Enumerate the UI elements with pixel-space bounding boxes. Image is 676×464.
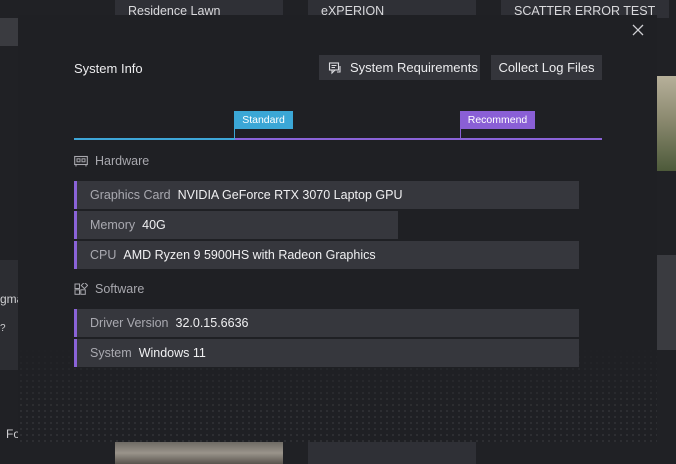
hardware-section-heading: Hardware <box>74 154 149 168</box>
system-requirements-label: System Requirements <box>350 60 478 75</box>
bg-topbar-fragment <box>0 18 18 46</box>
bg-right-panel <box>657 255 676 350</box>
info-row-label: CPU <box>90 248 117 262</box>
bg-thumbnail-bottom <box>115 442 283 464</box>
info-row-memory: Memory 40G <box>74 211 398 239</box>
info-row-label: System <box>90 346 132 360</box>
collect-log-files-button[interactable]: Collect Log Files <box>491 55 602 80</box>
info-row-value: NVIDIA GeForce RTX 3070 Laptop GPU <box>177 188 403 202</box>
info-row-system: System Windows 11 <box>74 339 579 367</box>
chat-list-icon <box>328 61 342 75</box>
info-row-graphics-card: Graphics Card NVIDIA GeForce RTX 3070 La… <box>74 181 579 209</box>
standard-level-bar <box>74 138 235 140</box>
info-row-label: Graphics Card <box>90 188 171 202</box>
bg-left-panel <box>0 260 18 370</box>
software-icon <box>74 281 89 295</box>
info-row-label: Driver Version <box>90 316 169 330</box>
software-heading-label: Software <box>95 282 145 296</box>
system-requirements-button[interactable]: System Requirements <box>319 55 480 80</box>
close-icon[interactable] <box>631 23 645 37</box>
bg-help-icon[interactable]: ? <box>0 323 10 335</box>
bg-card-bottom <box>308 442 476 464</box>
collect-log-files-label: Collect Log Files <box>498 60 595 75</box>
info-row-value: AMD Ryzen 9 5900HS with Radeon Graphics <box>123 248 376 262</box>
info-row-value: Windows 11 <box>138 346 206 360</box>
dialog-title: System Info <box>74 61 143 76</box>
software-section-heading: Software <box>74 281 145 296</box>
info-row-label: Memory <box>90 218 136 232</box>
info-row-value: 32.0.15.6636 <box>175 316 249 330</box>
info-row-driver-version: Driver Version 32.0.15.6636 <box>74 309 579 337</box>
info-row-cpu: CPU AMD Ryzen 9 5900HS with Radeon Graph… <box>74 241 579 269</box>
recommend-level-bar <box>235 138 602 140</box>
hardware-icon <box>74 155 88 167</box>
hardware-heading-label: Hardware <box>95 154 150 168</box>
bg-thumbnail-right <box>657 76 676 171</box>
standard-level-tag: Standard <box>234 111 293 129</box>
system-info-dialog: System Info System Requirements Collect … <box>18 15 657 442</box>
info-row-value: 40G <box>142 218 166 232</box>
recommend-level-tag: Recommend <box>460 111 535 129</box>
